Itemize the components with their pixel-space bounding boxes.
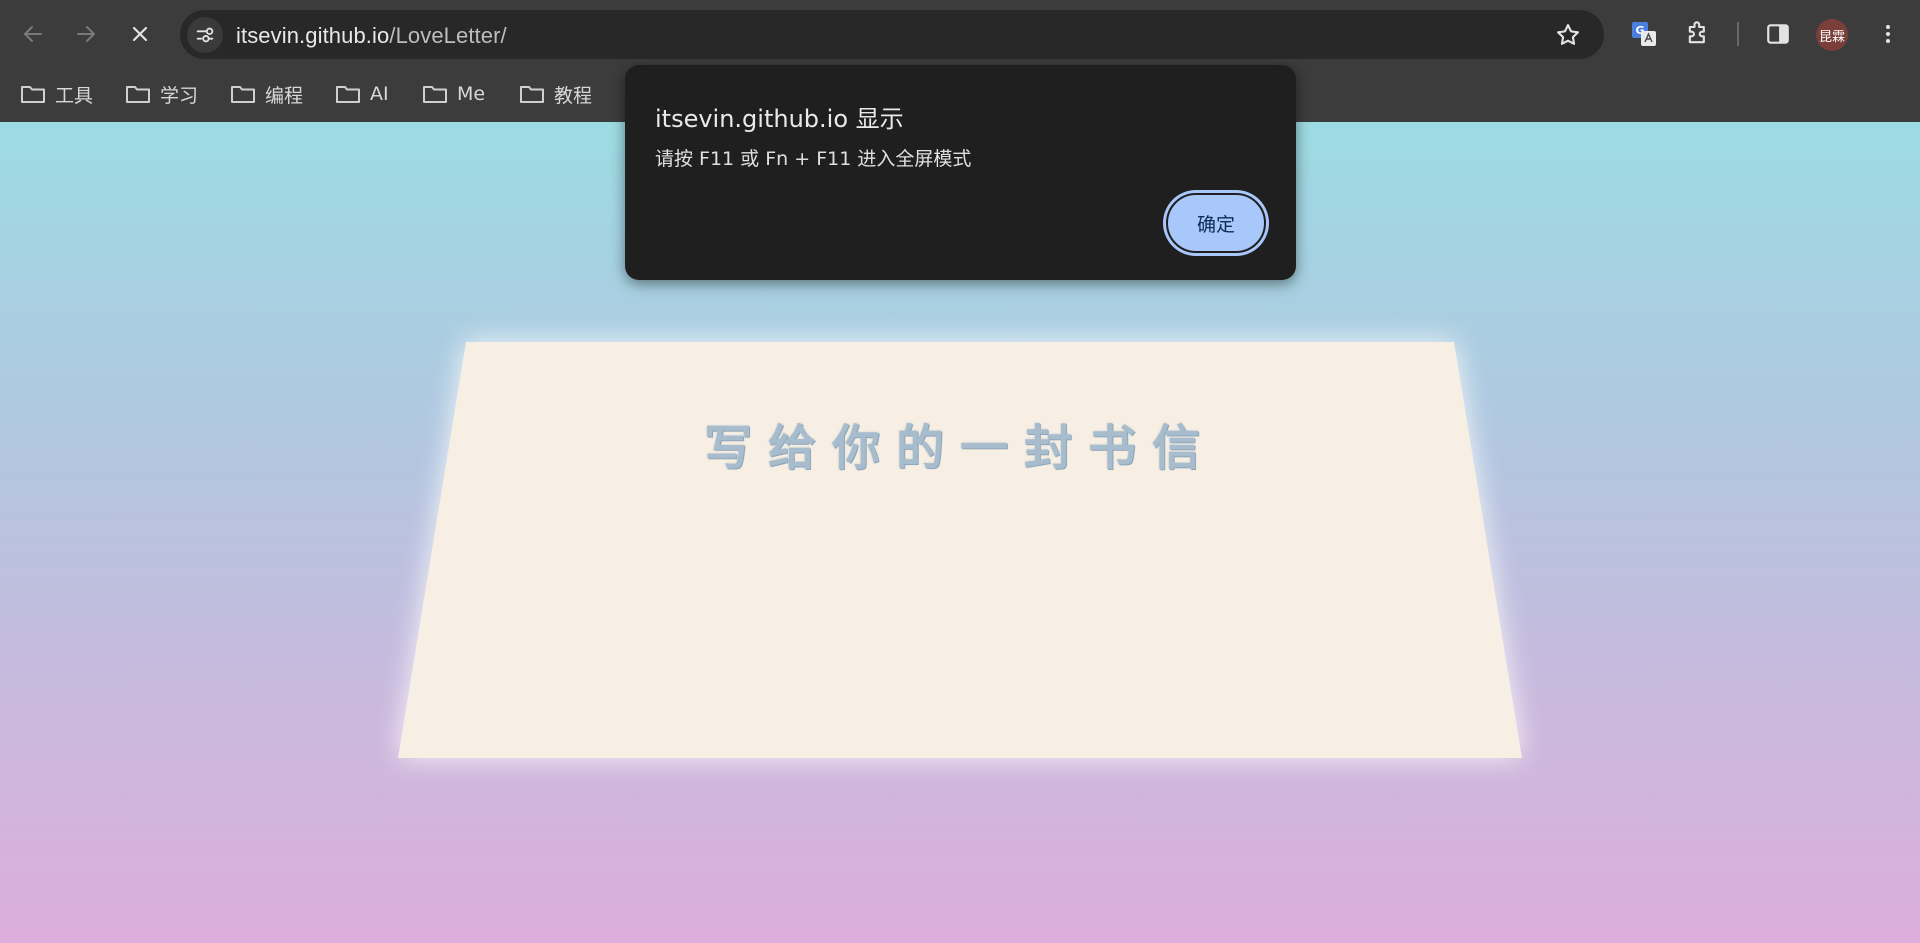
bookmark-folder[interactable]: 工具 [20,76,93,112]
close-icon [132,26,148,42]
bookmark-label: 教程 [554,84,593,107]
ok-button[interactable]: 确定 [1166,193,1266,253]
dialog-title: itsevin.github.io 显示 [655,105,904,133]
bookmark-folder[interactable]: 编程 [230,76,303,112]
folder-icon [520,86,544,103]
back-arrow-icon [24,26,42,42]
translate-button[interactable]: G [1628,18,1660,50]
more-menu-icon [1886,25,1890,43]
site-info-button[interactable] [187,17,223,53]
browser-toolbar: itsevin.github.io/LoveLetter/ G 昆霖 [0,0,1920,68]
bookmark-label: AI [370,83,389,105]
folder-icon [126,86,150,103]
url-path: /LoveLetter/ [389,23,507,48]
side-panel-icon [1767,24,1789,44]
extensions-icon [1688,21,1705,44]
bookmark-label: Me [457,83,486,105]
forward-button[interactable] [66,14,106,54]
folder-icon [231,86,255,103]
address-bar[interactable]: itsevin.github.io/LoveLetter/ [180,10,1604,59]
bookmark-label: 学习 [160,84,199,107]
site-settings-icon [196,27,214,43]
bookmark-label: 工具 [55,84,94,107]
envelope-title: 写给你的一封书信 [703,420,1216,476]
translate-icon: G [1632,22,1656,46]
folder-icon [21,86,45,103]
url-host: itsevin.github.io [236,23,390,48]
envelope[interactable] [390,342,1530,762]
side-panel-button[interactable] [1762,18,1794,50]
forward-arrow-icon [77,26,95,42]
alert-dialog: itsevin.github.io 显示 请按 F11 或 Fn + F11 进… [625,65,1296,280]
bookmark-folder[interactable]: 教程 [519,76,592,112]
profile-avatar[interactable]: 昆霖 [1816,19,1848,51]
extensions-button[interactable] [1682,18,1714,50]
bookmark-folder[interactable]: 学习 [125,76,198,112]
bookmark-label: 编程 [265,84,304,107]
more-menu-button[interactable] [1872,18,1904,50]
bookmark-folder[interactable]: Me [422,76,485,112]
star-icon[interactable] [1554,21,1582,49]
envelope-body [398,342,1522,758]
folder-icon [423,86,447,103]
bookmark-folder[interactable]: AI [335,76,389,112]
url-text[interactable]: itsevin.github.io/LoveLetter/ [236,23,507,49]
toolbar-separator [1737,22,1739,46]
stop-loading-button[interactable] [120,14,160,54]
dialog-message: 请按 F11 或 Fn + F11 进入全屏模式 [655,148,972,170]
back-button[interactable] [13,14,53,54]
folder-icon [336,86,360,103]
